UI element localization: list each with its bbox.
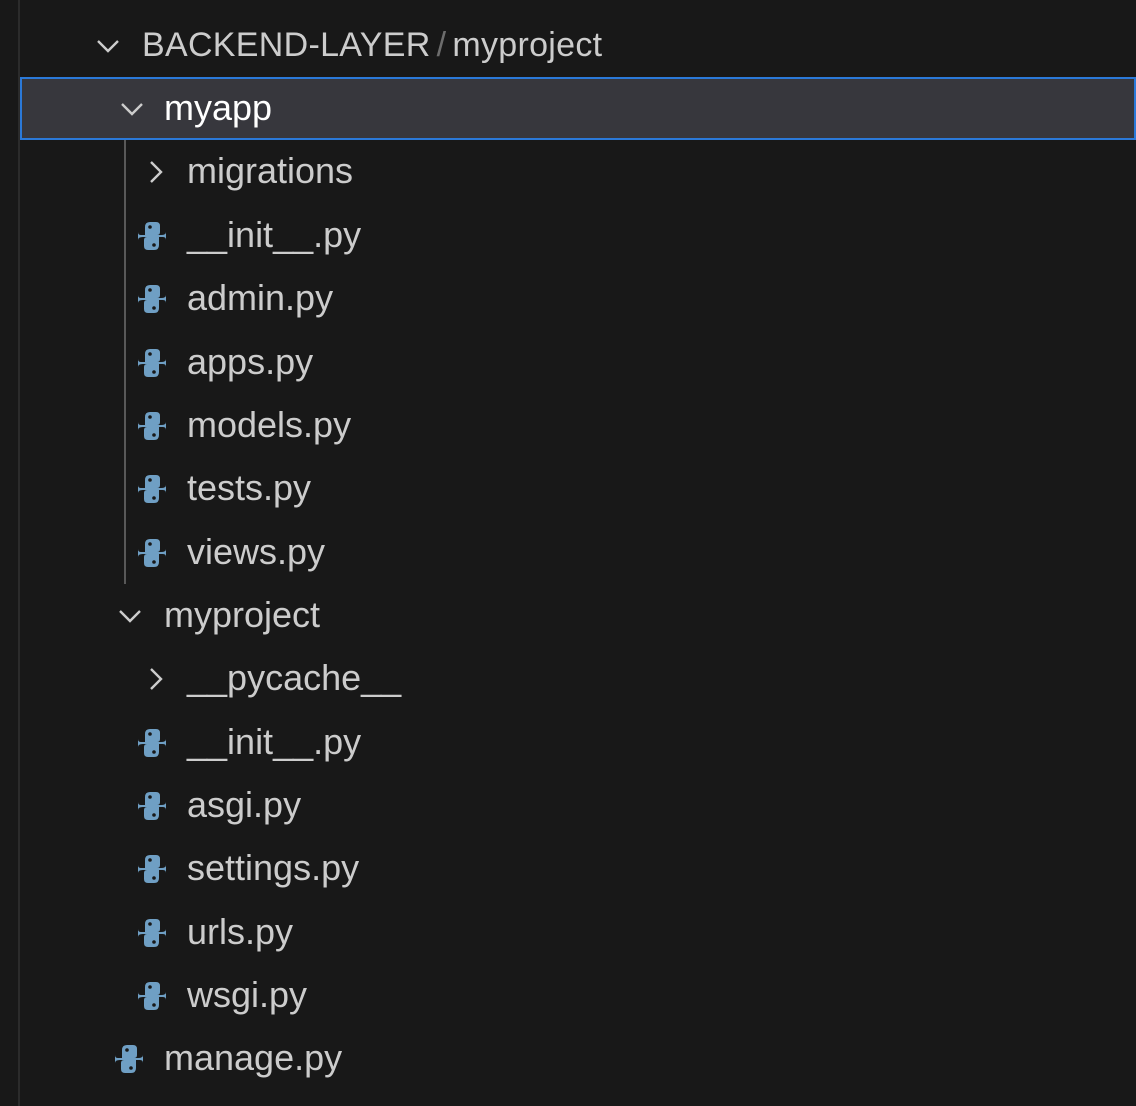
chevron-down-icon[interactable]: [118, 95, 146, 123]
python-icon: [135, 726, 169, 760]
tree-item-label: models.py: [187, 403, 352, 445]
tree-item-label: urls.py: [187, 910, 294, 952]
chevron-right-icon[interactable]: [142, 158, 170, 186]
python-icon: [112, 1042, 146, 1076]
python-icon: [135, 536, 169, 570]
python-icon: [135, 219, 169, 253]
tree-file-views-py[interactable]: views.py: [20, 521, 1136, 584]
tree-item-label: migrations: [187, 149, 354, 191]
tree-item-label: apps.py: [187, 340, 314, 382]
tree-item-label: settings.py: [187, 846, 360, 888]
tree-folder-myapp[interactable]: myapp: [20, 77, 1136, 140]
chevron-right-icon[interactable]: [142, 665, 170, 693]
tree-folder-pycache[interactable]: __pycache__: [20, 647, 1136, 710]
tree-file-tests-py[interactable]: tests.py: [20, 457, 1136, 520]
tree-item-label: admin.py: [187, 276, 334, 318]
tree-item-label: __init__.py: [187, 213, 362, 255]
python-icon: [135, 472, 169, 506]
tree-file-urls-py[interactable]: urls.py: [20, 901, 1136, 964]
tree-file-manage-py[interactable]: manage.py: [20, 1027, 1136, 1090]
tree-folder-myproject[interactable]: myproject: [20, 584, 1136, 647]
python-icon: [135, 916, 169, 950]
python-icon: [135, 979, 169, 1013]
path-separator: /: [436, 25, 447, 64]
tree-item-label: __init__.py: [187, 720, 362, 762]
root-subfolder-name: myproject: [452, 25, 603, 64]
python-icon: [135, 852, 169, 886]
python-icon: [135, 409, 169, 443]
tree-file-init-py[interactable]: __init__.py: [20, 711, 1136, 774]
tree-file-asgi-py[interactable]: asgi.py: [20, 774, 1136, 837]
python-icon: [135, 346, 169, 380]
python-icon: [135, 789, 169, 823]
tree-item-label: myproject: [164, 593, 321, 635]
tree-file-settings-py[interactable]: settings.py: [20, 837, 1136, 900]
tree-item-label: tests.py: [187, 466, 312, 508]
explorer-root-header[interactable]: BACKEND-LAYER / myproject: [20, 14, 1136, 77]
tree-file-wsgi-py[interactable]: wsgi.py: [20, 964, 1136, 1027]
root-title: BACKEND-LAYER / myproject: [142, 23, 602, 67]
tree-item-label: views.py: [187, 530, 326, 572]
tree-file-apps-py[interactable]: apps.py: [20, 331, 1136, 394]
tree-item-label: asgi.py: [187, 783, 302, 825]
tree-item-label: wsgi.py: [187, 973, 308, 1015]
tree-item-label: manage.py: [164, 1036, 343, 1078]
chevron-down-icon[interactable]: [116, 602, 144, 630]
tree-item-label: __pycache__: [187, 656, 402, 698]
tree-file-models-py[interactable]: models.py: [20, 394, 1136, 457]
tree-item-label: myapp: [164, 86, 273, 128]
python-icon: [135, 282, 169, 316]
tree-file-admin-py[interactable]: admin.py: [20, 267, 1136, 330]
tree-file-init-py[interactable]: __init__.py: [20, 204, 1136, 267]
root-folder-name: BACKEND-LAYER: [142, 25, 431, 64]
tree-folder-migrations[interactable]: migrations: [20, 140, 1136, 203]
chevron-down-icon[interactable]: [94, 32, 122, 60]
